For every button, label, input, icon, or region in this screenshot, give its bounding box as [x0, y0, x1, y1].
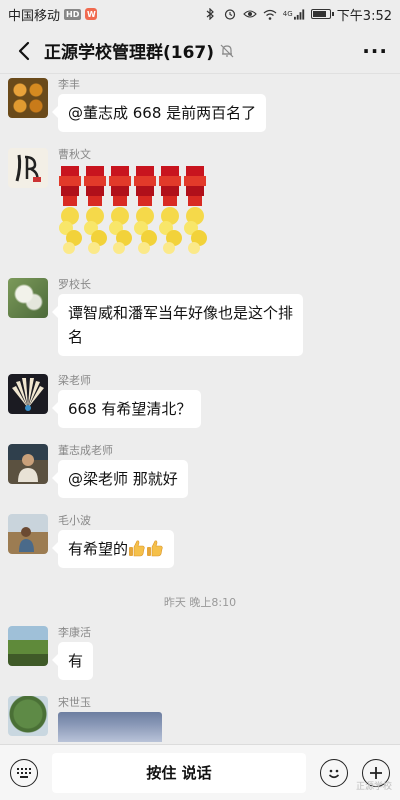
- image-message[interactable]: [58, 712, 162, 742]
- sender-name: 梁老师: [58, 374, 91, 387]
- hd-badge: HD: [64, 8, 82, 20]
- message-text: 有希望的: [68, 540, 129, 558]
- message-item: 曹秋文: [8, 148, 208, 256]
- network-type-label: 4G: [282, 10, 293, 18]
- avatar[interactable]: [8, 148, 48, 188]
- bluetooth-icon: [203, 8, 217, 20]
- avatar[interactable]: [8, 444, 48, 484]
- status-icons: 4G 下午3:52: [203, 5, 392, 24]
- message-bubble[interactable]: 谭智威和潘军当年好像也是这个排 名: [51, 294, 304, 356]
- cellular-signal-icon: 4G: [283, 8, 305, 20]
- avatar[interactable]: [8, 374, 48, 414]
- message-bubble[interactable]: 有希望的: [51, 530, 175, 568]
- message-bubble[interactable]: 有: [51, 642, 94, 680]
- message-bubble[interactable]: @梁老师 那就好: [52, 460, 188, 498]
- avatar[interactable]: [8, 514, 48, 554]
- more-options-button[interactable]: ···: [362, 39, 388, 63]
- avatar[interactable]: [8, 78, 48, 118]
- message-item: 梁老师 668 有希望清北？: [8, 374, 202, 428]
- sender-name: 李丰: [58, 78, 80, 91]
- sender-name: 董志成老师: [58, 444, 113, 457]
- message-item: 董志成老师 @梁老师 那就好: [8, 444, 188, 498]
- thumbs-up-icon: [128, 539, 146, 557]
- message-item: 毛小波 有希望的: [8, 514, 175, 568]
- eye-icon: [243, 8, 257, 20]
- message-item: 李康活 有: [8, 626, 94, 680]
- sender-name: 宋世玉: [58, 696, 91, 709]
- message-text-line: 名: [68, 328, 84, 346]
- carrier-group: 中国移动 HD W: [8, 5, 98, 24]
- thumbs-up-icon: [146, 539, 164, 557]
- message-item: 李丰 @董志成 668 是前两百名了: [8, 78, 267, 132]
- firecracker-sticker[interactable]: [58, 166, 208, 256]
- sender-name: 曹秋文: [58, 148, 91, 161]
- sender-name: 李康活: [58, 626, 91, 639]
- keyboard-icon[interactable]: [10, 758, 38, 787]
- avatar[interactable]: [8, 278, 48, 318]
- wifi-icon: [263, 8, 277, 20]
- input-bar: 按住 说话 正源学校: [0, 744, 400, 800]
- chevron-left-icon[interactable]: [12, 39, 36, 63]
- message-text-line: 谭智威和潘军当年好像也是这个排: [68, 304, 294, 322]
- bell-muted-icon: [220, 44, 234, 58]
- chat-title: 正源学校管理群(167): [44, 43, 215, 63]
- app-notification-icon: W: [85, 8, 98, 20]
- hold-to-talk-button[interactable]: 按住 说话: [52, 752, 306, 793]
- status-bar: 中国移动 HD W 4G 下午3:52: [0, 0, 400, 28]
- message-item: 宋世玉: [8, 696, 162, 742]
- clock: 下午3:52: [336, 8, 392, 24]
- avatar[interactable]: [8, 696, 48, 736]
- sender-name: 罗校长: [58, 278, 91, 291]
- message-bubble[interactable]: 668 有希望清北？: [51, 390, 202, 428]
- avatar[interactable]: [8, 626, 48, 666]
- carrier-name: 中国移动: [8, 8, 61, 24]
- alarm-icon: [223, 8, 237, 20]
- chat-header: 正源学校管理群(167) ···: [0, 28, 400, 74]
- sender-name: 毛小波: [58, 514, 91, 527]
- message-bubble[interactable]: @董志成 668 是前两百名了: [51, 94, 267, 132]
- watermark: 正源学校: [355, 782, 392, 792]
- time-separator: 昨天 晚上8:10: [163, 596, 237, 609]
- smiley-icon[interactable]: [320, 758, 348, 787]
- chat-message-list[interactable]: 李丰 @董志成 668 是前两百名了 曹秋文 罗校长 谭智威和潘军当年好像也是这…: [0, 74, 400, 744]
- message-item: 罗校长 谭智威和潘军当年好像也是这个排 名: [8, 278, 304, 356]
- battery-icon: [310, 9, 334, 19]
